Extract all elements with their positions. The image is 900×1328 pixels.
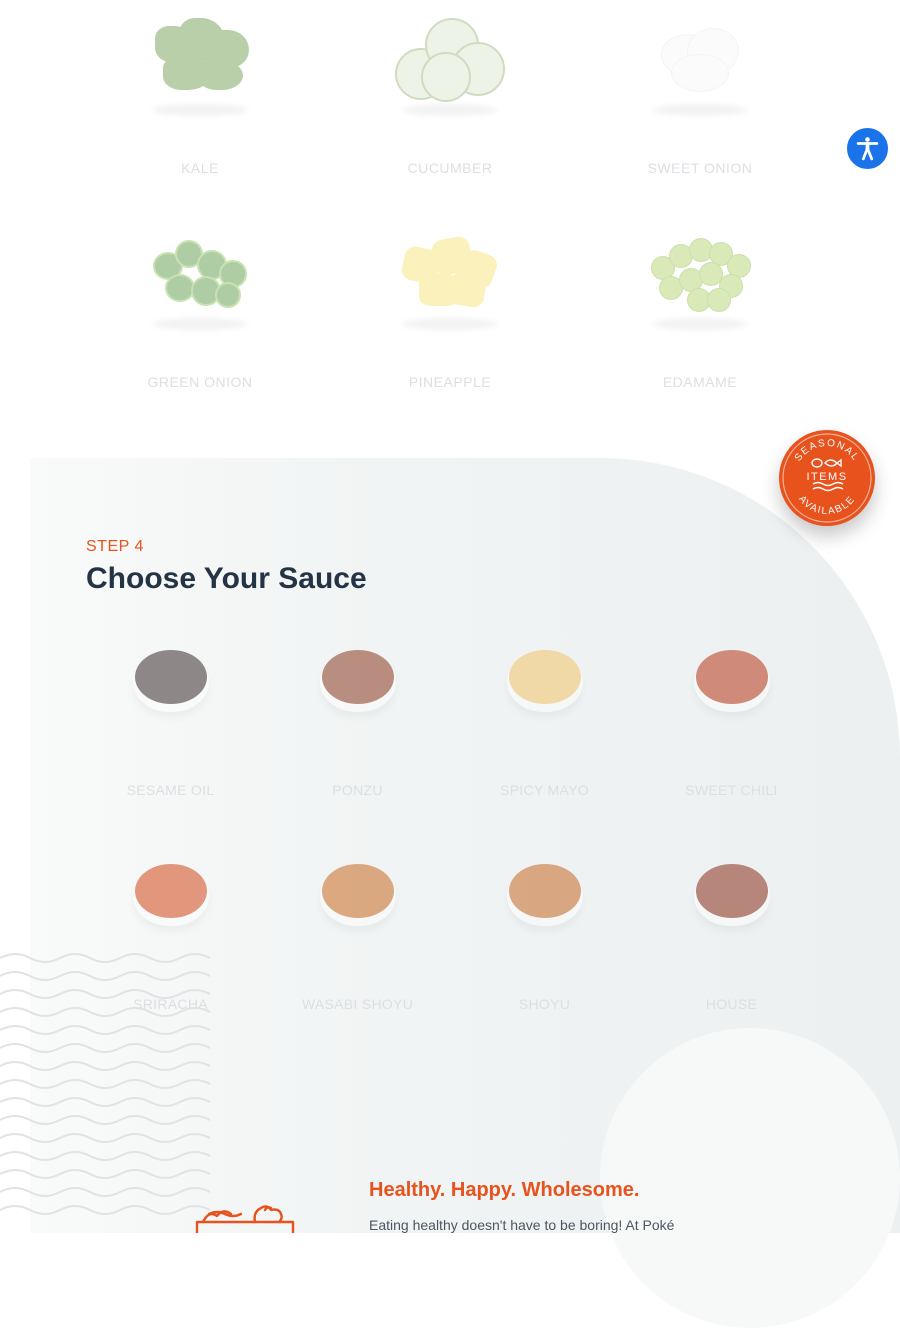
seasonal-items-badge[interactable]: SEASONAL AVAILABLE ITEMS — [779, 430, 875, 526]
sauce-bowl-icon — [131, 644, 211, 718]
sauce-option-spicy-mayo[interactable]: SPICY MAYO — [451, 630, 638, 820]
cucumber-icon — [385, 8, 515, 118]
accessibility-icon — [856, 137, 879, 161]
sauce-label: HOUSE — [705, 996, 758, 1012]
kale-icon — [135, 8, 265, 118]
veggie-option-cucumber[interactable]: CUCUMBER — [325, 0, 575, 190]
sauce-row-2: SRIRACHA WASABI SHOYU SHOYU HOUSE — [77, 844, 825, 1034]
sauce-label: PONZU — [332, 782, 383, 798]
promo-title: Healthy. Happy. Wholesome. — [369, 1179, 640, 1201]
decorative-circle — [600, 1028, 900, 1328]
sauce-bowl-icon — [692, 644, 772, 718]
veggie-label: SWEET ONION — [647, 160, 753, 176]
sauce-bowl-icon — [505, 858, 585, 932]
step-label: STEP 4 — [86, 538, 144, 555]
accessibility-button[interactable] — [845, 126, 890, 171]
veggie-option-green-onion[interactable]: GREEN ONION — [75, 214, 325, 404]
sauce-option-wasabi-shoyu[interactable]: WASABI SHOYU — [264, 844, 451, 1034]
sauce-label: SRIRACHA — [133, 996, 208, 1012]
seasonal-badge-icon: SEASONAL AVAILABLE ITEMS — [782, 433, 872, 523]
sauce-label: SESAME OIL — [126, 782, 215, 798]
sauce-label: SPICY MAYO — [500, 782, 589, 798]
promo-text: Eating healthy doesn't have to be boring… — [369, 1217, 675, 1233]
sauce-option-house[interactable]: HOUSE — [638, 844, 825, 1034]
sauce-bowl-icon — [131, 858, 211, 932]
green-onion-icon — [135, 222, 265, 332]
sauce-bowl-icon — [692, 858, 772, 932]
veggie-label: EDAMAME — [662, 374, 738, 390]
veggie-option-edamame[interactable]: EDAMAME — [575, 214, 825, 404]
sauce-bowl-icon — [318, 858, 398, 932]
veggie-option-pineapple[interactable]: PINEAPPLE — [325, 214, 575, 404]
badge-middle-text: ITEMS — [806, 471, 847, 483]
veggie-option-kale[interactable]: KALE — [75, 0, 325, 190]
pineapple-icon — [385, 222, 515, 332]
poke-bowl-icon — [195, 1205, 295, 1233]
sauce-option-sriracha[interactable]: SRIRACHA — [77, 844, 264, 1034]
sauce-option-ponzu[interactable]: PONZU — [264, 630, 451, 820]
veggie-label: GREEN ONION — [147, 374, 253, 390]
sauce-bowl-icon — [505, 644, 585, 718]
edamame-icon — [635, 222, 765, 332]
section-title: Choose Your Sauce — [86, 562, 367, 595]
svg-text:AVAILABLE: AVAILABLE — [796, 494, 858, 517]
veggie-label: KALE — [181, 160, 219, 176]
sauce-option-shoyu[interactable]: SHOYU — [451, 844, 638, 1034]
veggie-option-sweet-onion[interactable]: SWEET ONION — [575, 0, 825, 190]
veggie-label: CUCUMBER — [407, 160, 493, 176]
sauce-option-sweet-chili[interactable]: SWEET CHILI — [638, 630, 825, 820]
sauce-row-1: SESAME OIL PONZU SPICY MAYO SWEET CHILI — [77, 630, 825, 820]
sauce-label: SHOYU — [518, 996, 571, 1012]
veggie-row-1: KALE CUCUMBER SWEET ONION — [75, 0, 825, 190]
veggie-row-2: GREEN ONION PINEAPPLE EDAMAME — [75, 214, 825, 404]
sweet-onion-icon — [635, 8, 765, 118]
sauce-bowl-icon — [318, 644, 398, 718]
veggie-label: PINEAPPLE — [408, 374, 492, 390]
sauce-label: WASABI SHOYU — [301, 996, 414, 1012]
sauce-label: SWEET CHILI — [685, 782, 778, 798]
sauce-option-sesame-oil[interactable]: SESAME OIL — [77, 630, 264, 820]
badge-bottom-text: AVAILABLE — [796, 494, 856, 517]
